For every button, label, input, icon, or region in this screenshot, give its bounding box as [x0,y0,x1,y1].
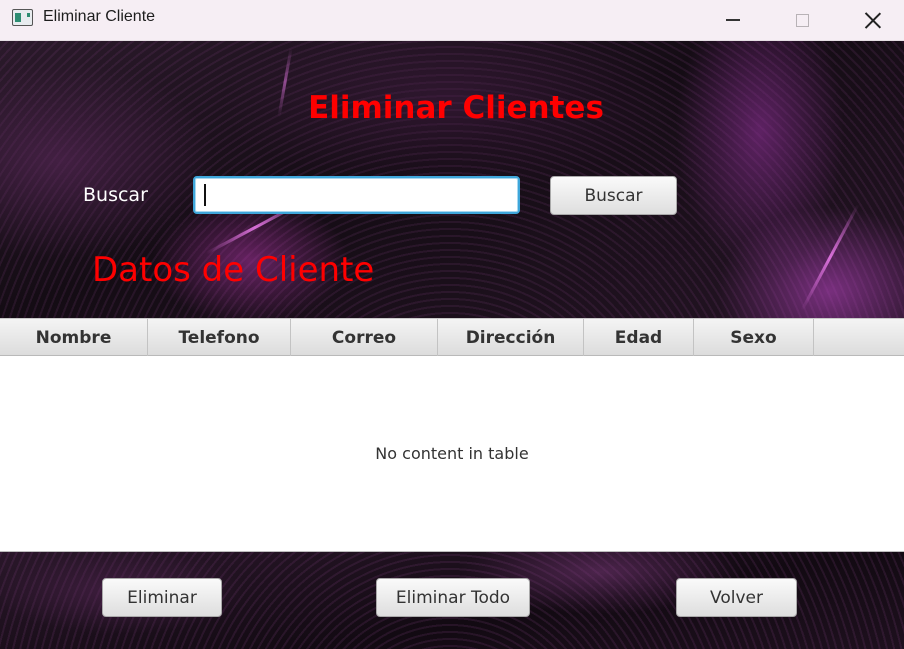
column-header-edad[interactable]: Edad [584,319,694,356]
title-bar: Eliminar Cliente [0,0,904,41]
back-button[interactable]: Volver [676,578,797,617]
empty-table-message: No content in table [375,444,529,463]
column-header-sexo[interactable]: Sexo [694,319,814,356]
minimize-icon [726,19,740,21]
clients-table[interactable]: Nombre Telefono Correo Dirección Edad Se… [0,318,904,552]
column-header-telefono[interactable]: Telefono [148,319,291,356]
close-icon [864,11,882,29]
search-input[interactable] [193,176,520,214]
app-window-icon [12,9,33,26]
window-title: Eliminar Cliente [43,8,156,25]
page-title: Eliminar Clientes [308,90,604,126]
search-label: Buscar [83,184,148,206]
text-caret [204,184,206,206]
column-header-nombre[interactable]: Nombre [0,319,148,356]
column-header-direccion[interactable]: Dirección [438,319,584,356]
maximize-icon [795,13,809,27]
delete-all-button[interactable]: Eliminar Todo [376,578,530,617]
section-title: Datos de Cliente [92,250,375,290]
minimize-button[interactable] [698,0,768,40]
table-header: Nombre Telefono Correo Dirección Edad Se… [0,319,904,356]
delete-button[interactable]: Eliminar [102,578,222,617]
maximize-button[interactable] [767,0,837,40]
search-button[interactable]: Buscar [550,176,677,215]
column-header-correo[interactable]: Correo [291,319,438,356]
column-header-filler [814,319,904,356]
close-button[interactable] [838,0,904,40]
